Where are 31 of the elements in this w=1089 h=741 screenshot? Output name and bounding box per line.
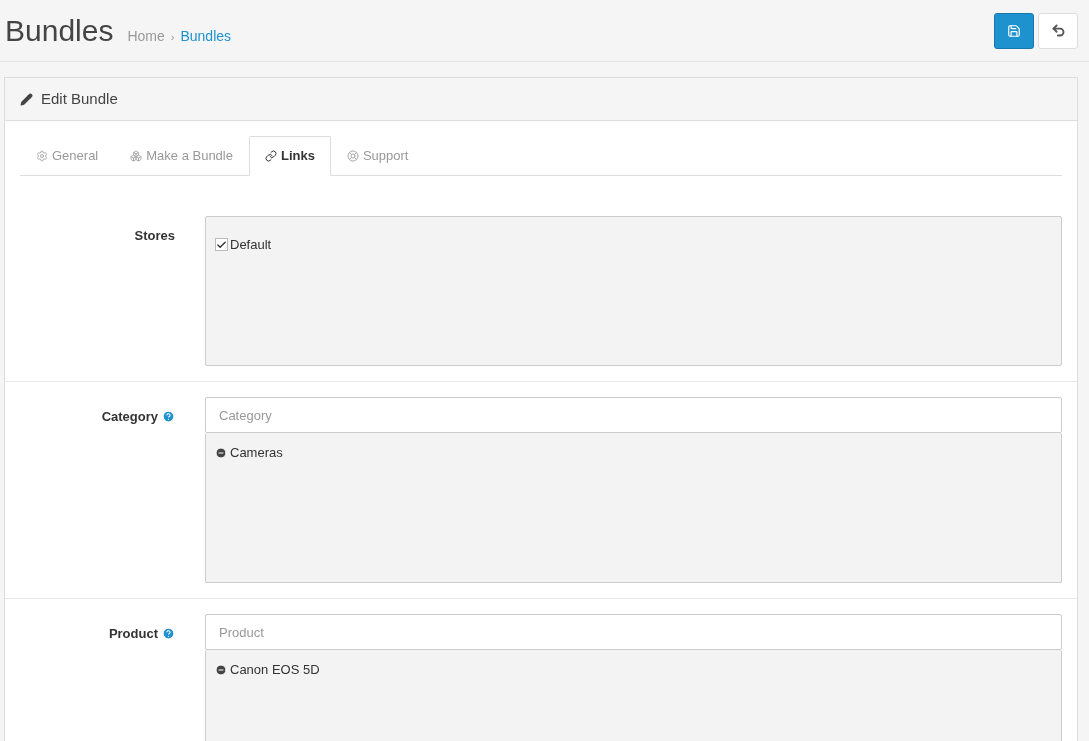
pencil-icon	[20, 92, 33, 106]
link-icon	[265, 150, 277, 162]
tab[interactable]: Links	[249, 136, 331, 176]
checkbox[interactable]	[215, 238, 228, 252]
tab[interactable]: Support	[330, 136, 425, 175]
life-ring-icon	[346, 149, 359, 162]
save-button[interactable]	[994, 12, 1034, 49]
autocomplete-field[interactable]: Product	[205, 614, 1062, 650]
selected-item: Canon EOS 5D	[230, 661, 320, 679]
back-arrow-icon	[1050, 23, 1066, 38]
autocomplete-field[interactable]: Category	[205, 397, 1062, 433]
tab[interactable]: General	[20, 136, 115, 175]
help-icon[interactable]	[162, 627, 175, 641]
breadcrumb-link[interactable]: Home	[127, 26, 165, 47]
back-button[interactable]	[1038, 12, 1078, 49]
breadcrumb-link[interactable]: Bundles	[180, 26, 232, 47]
selected-item: Cameras	[230, 444, 283, 462]
field-label: Product	[108, 625, 158, 643]
checkbox-label: Default	[230, 236, 272, 254]
field-label: Stores	[134, 227, 175, 245]
tab[interactable]: Make a Bundle	[114, 136, 249, 175]
save-icon	[1007, 23, 1021, 38]
cubes-icon	[130, 149, 143, 162]
page-title: Bundles	[5, 13, 114, 49]
remove-icon[interactable]	[215, 663, 227, 676]
field-label: Category	[101, 408, 158, 426]
help-icon[interactable]	[162, 410, 175, 424]
remove-icon[interactable]	[215, 446, 227, 459]
gear-icon	[36, 149, 48, 162]
breadcrumb-separator: ›	[170, 30, 175, 45]
panel-title: Edit Bundle	[41, 88, 118, 109]
